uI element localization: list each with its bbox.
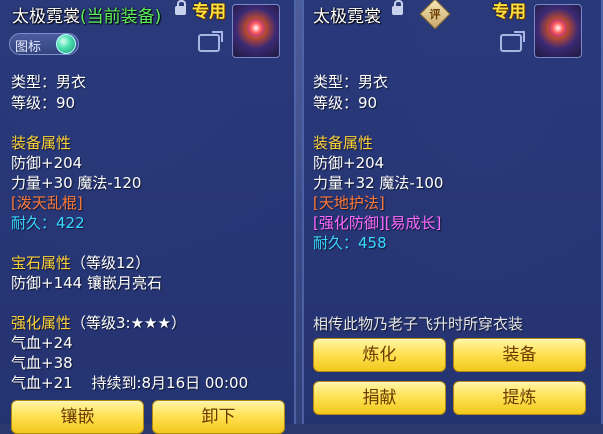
- lock-icon: [392, 0, 403, 15]
- durability-label: 耐久：: [313, 234, 359, 252]
- special-effect: [泼天乱棍]: [11, 194, 83, 212]
- gem-section: 宝石属性（等级12）: [11, 252, 150, 273]
- gem-heading: 宝石属性: [11, 254, 72, 272]
- extract-button[interactable]: 提炼: [453, 381, 586, 415]
- enhance-stat-1: 气血+24: [11, 334, 73, 352]
- refine-button[interactable]: 炼化: [313, 338, 446, 372]
- toggle-knob-icon: [56, 34, 76, 54]
- item-name: 太极霓裳: [12, 7, 80, 27]
- equipped-item-panel: 太极霓裳(当前装备) 专用 图标 类型：男衣 等级：90 装备属性 防御+204…: [0, 0, 296, 434]
- icon-toggle-label: 图标: [15, 40, 42, 55]
- defense-stat: 防御+204: [313, 154, 385, 172]
- current-equip-label: (当前装备): [80, 7, 162, 27]
- item-type: 类型：男衣: [11, 73, 87, 91]
- share-icon[interactable]: [500, 31, 525, 52]
- enhance-section: 强化属性（等级3:★★★）: [11, 312, 186, 333]
- item-level: 等级：90: [11, 94, 76, 112]
- item-icon[interactable]: [232, 4, 280, 58]
- main-stats: 力量+32 魔法-100: [313, 174, 444, 192]
- gem-level: （等级12）: [71, 254, 151, 272]
- enhance-level: （等级3:★★★）: [71, 314, 186, 332]
- special-effect: [天地护法]: [313, 194, 385, 212]
- embed-button[interactable]: 镶嵌: [11, 400, 144, 434]
- rating-icon[interactable]: 评: [419, 0, 451, 30]
- share-icon[interactable]: [198, 31, 223, 52]
- enhance-stat-2: 气血+38: [11, 354, 73, 372]
- item-title: 太极霓裳: [313, 2, 381, 27]
- donate-button[interactable]: 捐献: [313, 381, 446, 415]
- rating-badge-text: 评: [429, 8, 441, 21]
- durability-label: 耐久：: [11, 214, 57, 232]
- attr-heading: 装备属性: [11, 134, 72, 152]
- item-title: 太极霓裳(当前装备): [12, 2, 161, 27]
- compare-item-panel: 太极霓裳 评 专用 类型：男衣 等级：90 装备属性 防御+204 力量+32 …: [302, 0, 603, 424]
- durability: 耐久：458: [313, 232, 387, 253]
- enhance-duration: 持续到:8月16日 00:00: [91, 374, 249, 392]
- enhance-stat-3: 气血+21: [11, 374, 73, 392]
- durability: 耐久：422: [11, 212, 85, 233]
- enhance-heading: 强化属性: [11, 314, 72, 332]
- unequip-button[interactable]: 卸下: [152, 400, 285, 434]
- equip-button[interactable]: 装备: [453, 338, 586, 372]
- special-label: 专用: [492, 2, 526, 22]
- icon-toggle[interactable]: 图标: [9, 33, 79, 55]
- item-type: 类型：男衣: [313, 73, 389, 91]
- lock-icon: [175, 0, 186, 15]
- main-stats: 力量+30 魔法-120: [11, 174, 142, 192]
- enhance-stat-3-row: 气血+21 持续到:8月16日 00:00: [11, 372, 248, 393]
- item-lore: 相传此物乃老子飞升时所穿衣装: [313, 315, 524, 333]
- special-label: 专用: [192, 2, 226, 22]
- defense-stat: 防御+204: [11, 154, 83, 172]
- item-level: 等级：90: [313, 94, 378, 112]
- durability-value: 458: [358, 234, 387, 252]
- attr-heading: 装备属性: [313, 134, 374, 152]
- durability-value: 422: [56, 214, 85, 232]
- gem-effect: 防御+144 镶嵌月亮石: [11, 274, 162, 292]
- special-tags: [强化防御][易成长]: [313, 214, 442, 232]
- item-name: 太极霓裳: [313, 7, 381, 27]
- item-icon[interactable]: [534, 4, 582, 58]
